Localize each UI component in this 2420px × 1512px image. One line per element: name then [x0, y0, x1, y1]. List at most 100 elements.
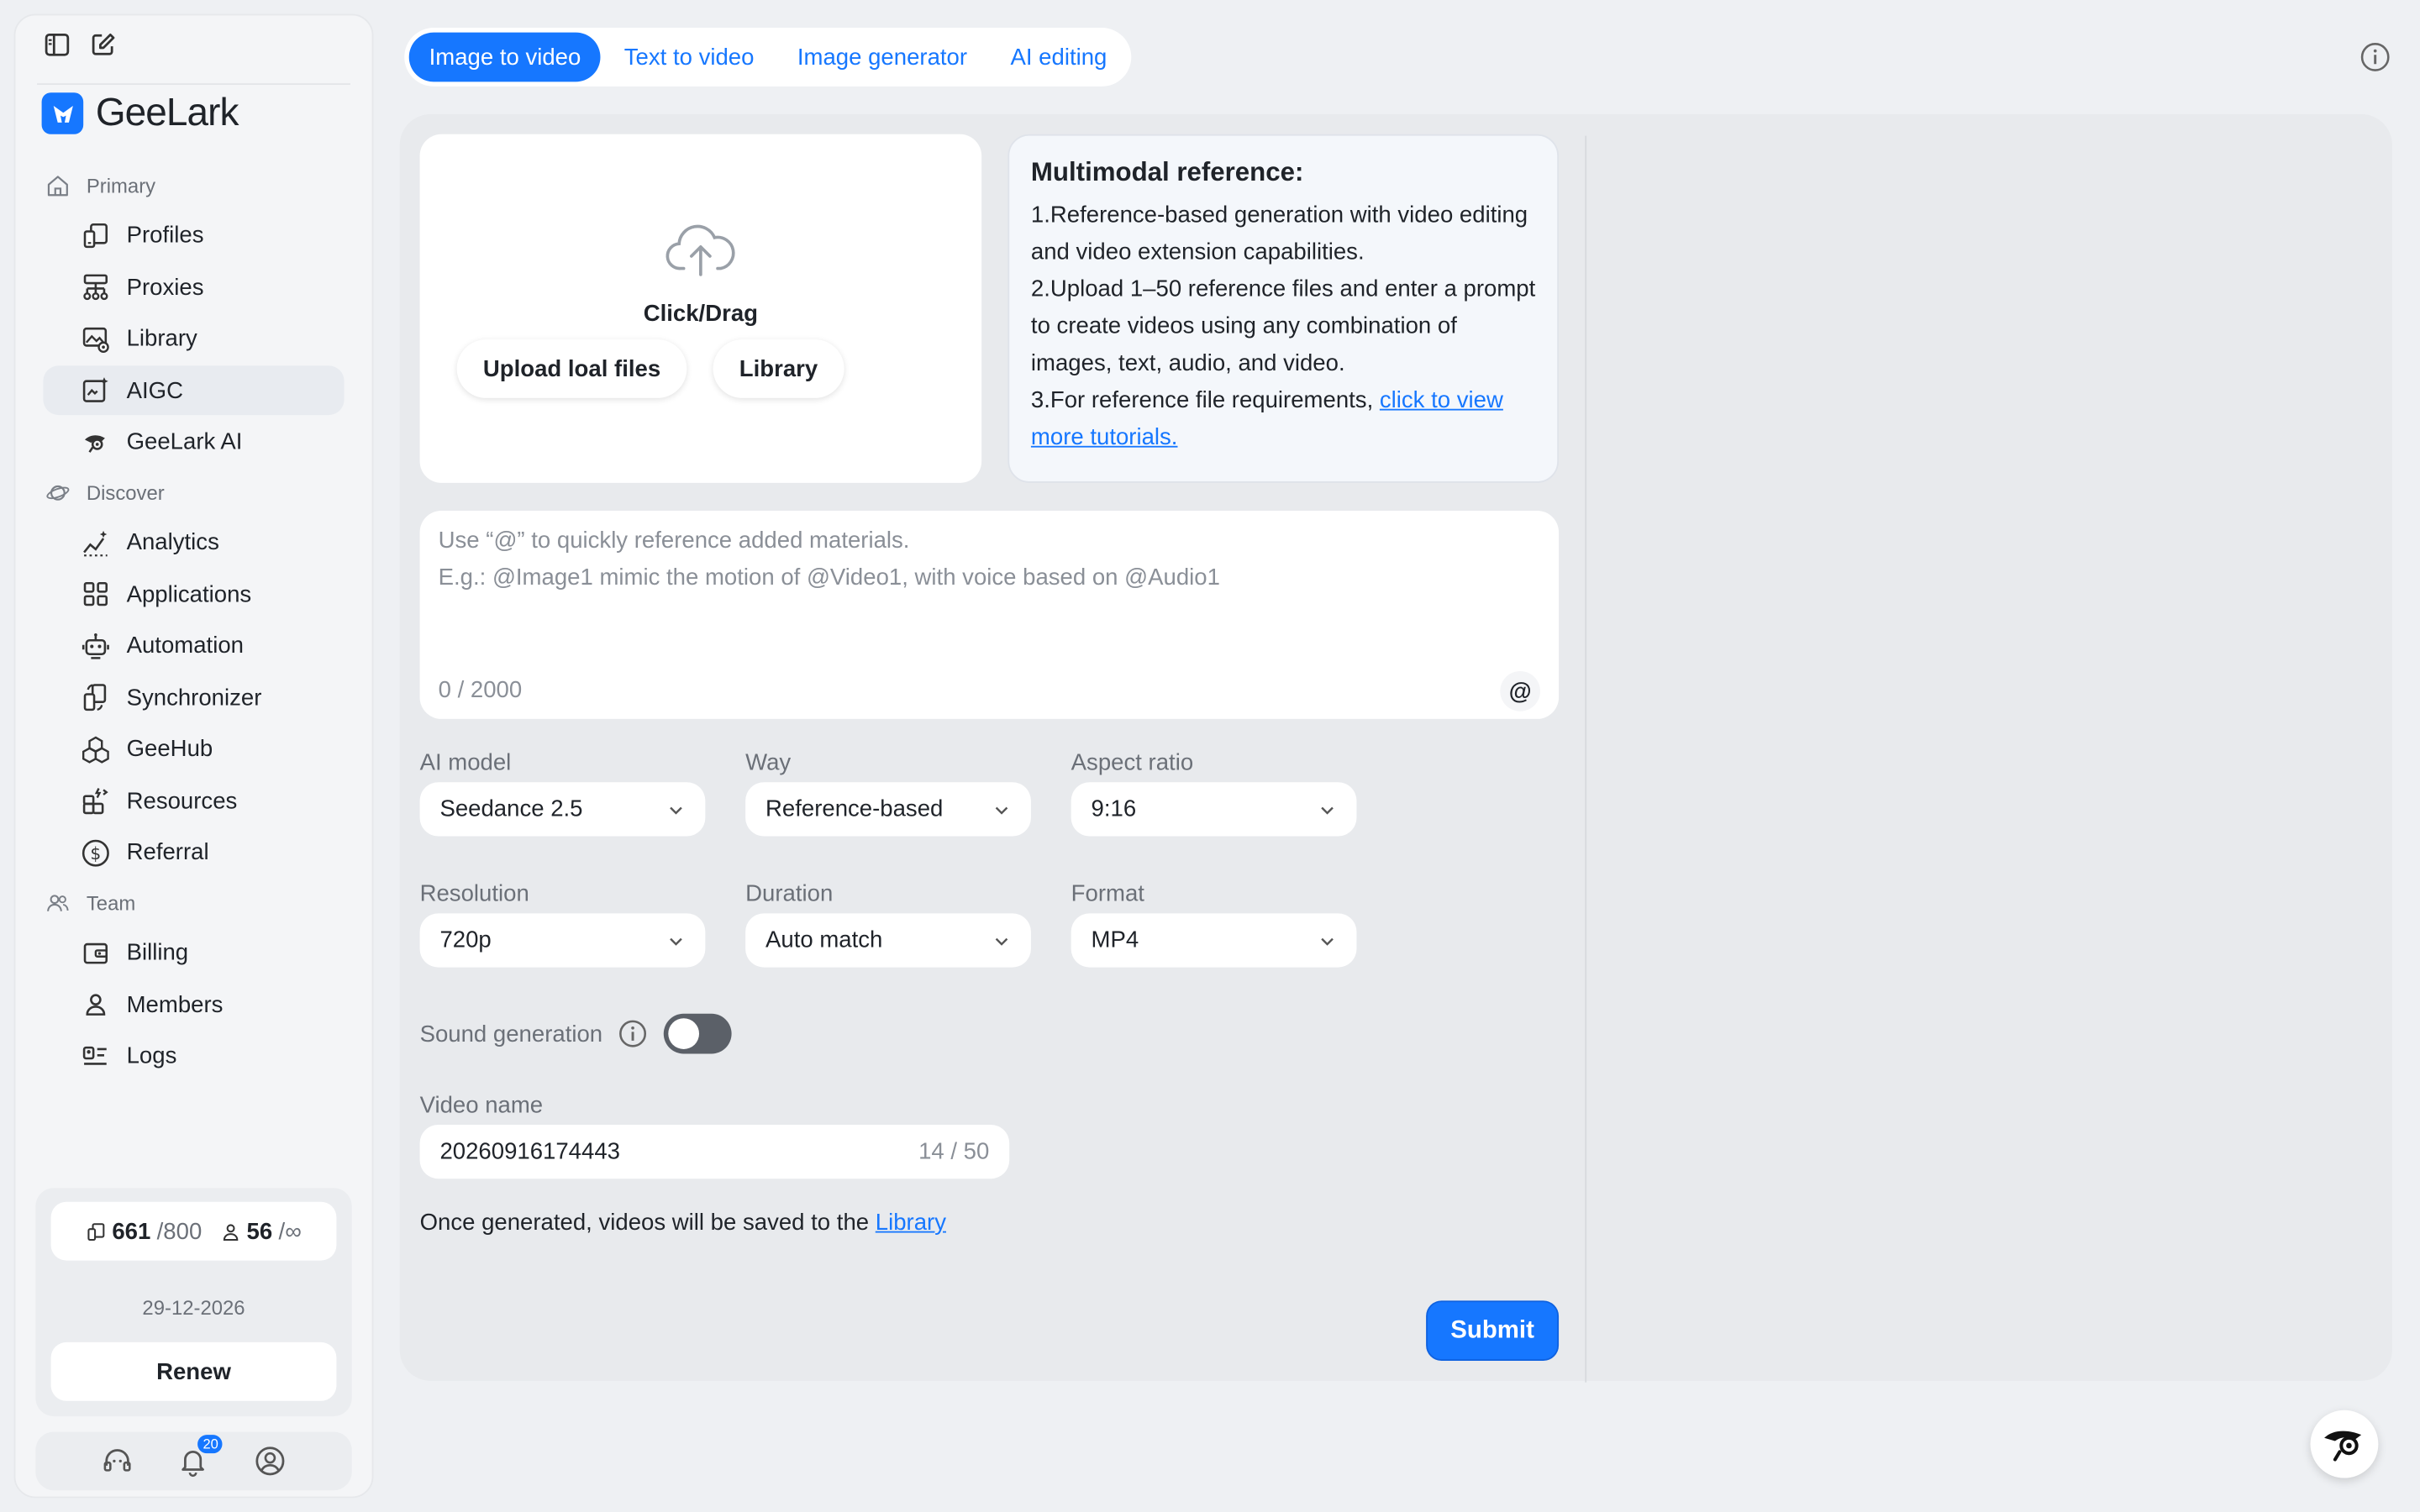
sidebar-item-automation[interactable]: Automation — [43, 621, 344, 670]
user-icon — [86, 994, 106, 1016]
profile-quota-total: /800 — [156, 1218, 203, 1245]
video-name-field: Video name 20260916174443 14 / 50 — [419, 1092, 1010, 1179]
prompt-placeholder-line-2: E.g.: @Image1 mimic the motion of @Video… — [438, 564, 1220, 591]
sidebar-item-label: Billing — [126, 939, 189, 966]
sidebar-item-members[interactable]: Members — [43, 979, 344, 1029]
format-value: MP4 — [1091, 927, 1139, 954]
sidebar-item-logs[interactable]: Logs — [43, 1032, 344, 1081]
way-value: Reference-based — [765, 795, 944, 822]
sidebar-item-label: Applications — [126, 580, 252, 607]
library-button[interactable]: Library — [713, 339, 844, 398]
tab-ai-editing[interactable]: AI editing — [991, 33, 1128, 82]
prompt-placeholder-line-1: Use “@” to quickly reference added mater… — [438, 528, 910, 554]
sound-generation-label: Sound generation — [419, 1020, 603, 1047]
sidebar-item-resources[interactable]: Resources — [43, 776, 344, 826]
sidebar-item-profiles[interactable]: Profiles — [43, 211, 344, 260]
wallet-icon — [83, 942, 108, 963]
nav-section-primary: Primary — [15, 162, 371, 208]
account-icon[interactable] — [253, 1444, 287, 1478]
sidebar-item-synchronizer[interactable]: Synchronizer — [43, 673, 344, 722]
member-quota-used: 56 — [246, 1218, 273, 1245]
sidebar-item-label: Automation — [126, 633, 244, 659]
aspect-ratio-select[interactable]: 9:16 — [1071, 782, 1357, 837]
duration-select[interactable]: Auto match — [745, 913, 1031, 968]
sidebar-item-library[interactable]: Library — [43, 314, 344, 364]
upload-local-files-button[interactable]: Upload loal files — [456, 339, 687, 398]
info-line-1: 1.Reference-based generation with video … — [1030, 202, 1528, 265]
chevron-down-icon — [1321, 937, 1334, 945]
chevron-down-icon — [995, 937, 1008, 945]
profiles-icon — [87, 1222, 104, 1241]
ai-model-select[interactable]: Seedance 2.5 — [419, 782, 706, 837]
info-heading: Multimodal reference: — [1030, 157, 1304, 187]
sidebar-item-label: Analytics — [126, 528, 219, 556]
edit-icon[interactable] — [90, 31, 118, 59]
aspect-ratio-label: Aspect ratio — [1071, 749, 1194, 776]
resolution-field: Resolution 720p — [419, 881, 706, 968]
assistant-launcher[interactable] — [2310, 1410, 2379, 1478]
submit-button[interactable]: Submit — [1426, 1300, 1560, 1361]
ai-model-label: AI model — [419, 749, 512, 776]
sidebar-toggle-icon[interactable] — [43, 31, 71, 59]
home-icon — [47, 175, 68, 196]
sidebar-item-proxies[interactable]: Proxies — [43, 262, 344, 312]
quota-card: 661/800 56/∞ 29-12-2026 Renew — [35, 1188, 352, 1417]
sidebar-footer: 20 — [35, 1431, 352, 1491]
tab-image-generator[interactable]: Image generator — [777, 33, 987, 82]
save-location-note: Once generated, videos will be saved to … — [420, 1210, 946, 1236]
format-label: Format — [1071, 880, 1144, 907]
profile-quota: 661/800 — [86, 1218, 202, 1244]
nav-section-label: Primary — [86, 173, 156, 197]
duration-value: Auto match — [765, 927, 883, 954]
resolution-select[interactable]: 720p — [419, 913, 706, 968]
brand-logo[interactable]: GeeLark — [41, 91, 239, 135]
profiles-icon — [83, 223, 108, 248]
sidebar-item-geelark-ai[interactable]: GeeLark AI — [43, 417, 344, 467]
support-icon[interactable] — [100, 1444, 134, 1478]
way-select[interactable]: Reference-based — [745, 782, 1031, 837]
sidebar-item-aigc[interactable]: AIGC — [43, 365, 345, 416]
sidebar-item-label: Proxies — [126, 274, 204, 301]
info-line-3-text: 3.For reference file requirements, — [1030, 387, 1380, 414]
mention-button[interactable]: @ — [1500, 670, 1541, 711]
prompt-textarea[interactable]: Use “@” to quickly reference added mater… — [419, 510, 1560, 719]
tab-text-to-video[interactable]: Text to video — [604, 33, 774, 82]
sidebar-item-label: Members — [126, 991, 224, 1018]
info-line-3: 3.For reference file requirements, click… — [1031, 383, 1536, 457]
video-name-counter: 14 / 50 — [918, 1138, 990, 1165]
duration-field: Duration Auto match — [745, 881, 1031, 968]
member-quota: 56/∞ — [220, 1218, 302, 1244]
geelark-ai-icon — [2324, 1431, 2362, 1462]
sound-generation-toggle[interactable] — [664, 1013, 733, 1054]
sidebar-item-geehub[interactable]: GeeHub — [43, 724, 344, 774]
panel-divider — [1585, 135, 1587, 1383]
format-select[interactable]: MP4 — [1071, 913, 1357, 968]
sidebar-item-label: AIGC — [126, 377, 183, 404]
video-name-input[interactable]: 20260916174443 14 / 50 — [419, 1124, 1010, 1179]
upload-dropzone[interactable]: Click/Drag Upload loal files Library — [419, 134, 982, 483]
robot-icon — [82, 633, 109, 659]
plan-expiry-date: 29-12-2026 — [142, 1295, 245, 1320]
info-line-2: 2.Upload 1–50 reference files and enter … — [1030, 276, 1536, 377]
notification-bell-icon[interactable]: 20 — [176, 1435, 224, 1478]
aspect-ratio-value: 9:16 — [1091, 795, 1137, 822]
tab-image-to-video[interactable]: Image to video — [408, 32, 602, 82]
sound-generation-row: Sound generation — [419, 1013, 733, 1054]
sidebar-item-label: Profiles — [126, 222, 204, 249]
sidebar-divider — [37, 83, 350, 86]
nav-section-label: Team — [86, 890, 136, 915]
sidebar-item-billing[interactable]: Billing — [43, 928, 344, 978]
sound-info-icon[interactable] — [618, 1018, 649, 1049]
library-link[interactable]: Library — [876, 1210, 946, 1236]
nav-section-label: Discover — [86, 480, 165, 504]
sidebar-item-applications[interactable]: Applications — [43, 570, 344, 619]
info-icon[interactable] — [2358, 40, 2391, 74]
mode-tabs: Image to video Text to video Image gener… — [404, 28, 1132, 87]
renew-button[interactable]: Renew — [50, 1341, 337, 1401]
member-quota-total: /∞ — [278, 1218, 302, 1245]
upload-title: Click/Drag — [643, 301, 758, 328]
sidebar-item-analytics[interactable]: Analytics — [43, 517, 344, 567]
sidebar-item-referral[interactable]: $ Referral — [43, 827, 344, 877]
geehub-icon — [82, 735, 109, 763]
sidebar-nav: Primary Profiles Proxies Library AIGC Ge… — [15, 162, 371, 1084]
